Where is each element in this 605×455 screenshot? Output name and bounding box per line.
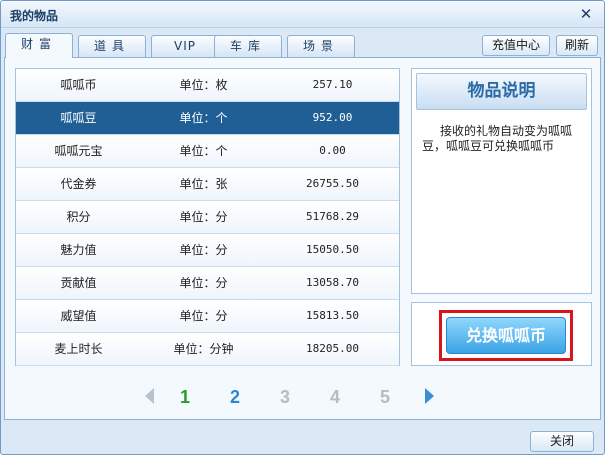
refresh-button[interactable]: 刷新 — [556, 35, 598, 56]
exchange-box: 兑换呱呱币 — [411, 302, 592, 366]
item-value: 51768.29 — [306, 210, 359, 223]
close-button[interactable]: 关闭 — [530, 431, 594, 452]
tab-props[interactable]: 道具 — [78, 35, 146, 57]
item-value: 13058.70 — [306, 276, 359, 289]
page-number-5[interactable]: 5 — [375, 385, 395, 409]
item-value: 26755.50 — [306, 177, 359, 190]
tab-wealth[interactable]: 财富 — [5, 33, 73, 58]
item-name: 魅力值 — [60, 243, 97, 257]
item-name: 呱呱豆 — [60, 111, 97, 125]
item-row[interactable]: 呱呱元宝 单位：个 0.00 — [16, 135, 399, 168]
item-row[interactable]: 积分 单位：分 51768.29 — [16, 201, 399, 234]
item-value: 257.10 — [312, 78, 353, 91]
footer: 关闭 — [1, 422, 604, 454]
item-description-text: 接收的礼物自动变为呱呱豆，呱呱豆可兑换呱呱币 — [422, 124, 573, 153]
exchange-coin-button[interactable]: 兑换呱呱币 — [446, 317, 566, 354]
item-row[interactable]: 呱呱币 单位：枚 257.10 — [16, 69, 399, 102]
item-row[interactable]: 贡献值 单位：分 13058.70 — [16, 267, 399, 300]
item-unit: 单位：分 — [179, 210, 228, 224]
page-number-4[interactable]: 4 — [325, 385, 345, 409]
item-value: 0.00 — [319, 144, 346, 157]
item-unit: 单位：个 — [179, 144, 228, 158]
item-unit: 单位：分钟 — [173, 342, 234, 356]
item-name: 贡献值 — [60, 276, 97, 290]
prev-page-arrow-icon[interactable] — [145, 388, 154, 404]
item-name: 呱呱币 — [60, 78, 97, 92]
pagination: 1 2 3 4 5 — [135, 385, 435, 409]
recharge-center-button[interactable]: 充值中心 — [482, 35, 550, 56]
title-bar[interactable]: 我的物品 ✕ — [1, 1, 604, 28]
item-row[interactable]: 代金券 单位：张 26755.50 — [16, 168, 399, 201]
item-row[interactable]: 威望值 单位：分 15813.50 — [16, 300, 399, 333]
item-row[interactable]: 呱呱豆 单位：个 952.00 — [16, 102, 399, 135]
page-number-2[interactable]: 2 — [225, 385, 245, 409]
item-description-box: 物品说明 接收的礼物自动变为呱呱豆，呱呱豆可兑换呱呱币 — [411, 68, 592, 294]
item-value: 15050.50 — [306, 243, 359, 256]
items-table: 呱呱币 单位：枚 257.10 呱呱豆 单位：个 952.00 呱呱元宝 单位：个 0.00 代金… — [15, 68, 400, 366]
page-number-1[interactable]: 1 — [175, 385, 195, 409]
item-unit: 单位：分 — [179, 243, 228, 257]
item-name: 呱呱元宝 — [54, 144, 103, 158]
item-unit: 单位：分 — [179, 309, 228, 323]
wealth-panel: 呱呱币 单位：枚 257.10 呱呱豆 单位：个 952.00 呱呱元宝 单位：个 0.00 代金… — [4, 57, 601, 420]
tab-scene[interactable]: 场景 — [287, 35, 355, 57]
item-unit: 单位：张 — [179, 177, 228, 191]
window-title: 我的物品 — [10, 9, 59, 23]
item-value: 18205.00 — [306, 342, 359, 355]
item-row[interactable]: 麦上时长 单位：分钟 18205.00 — [16, 333, 399, 366]
item-value: 952.00 — [312, 111, 353, 124]
item-name: 代金券 — [60, 177, 97, 191]
item-row[interactable]: 魅力值 单位：分 15050.50 — [16, 234, 399, 267]
tab-bar: 财富 道具 VIP 车库 场景 充值中心 刷新 — [1, 31, 604, 58]
tab-garage[interactable]: 车库 — [214, 35, 282, 57]
page-number-3[interactable]: 3 — [275, 385, 295, 409]
item-unit: 单位：个 — [179, 111, 228, 125]
exchange-highlight-frame: 兑换呱呱币 — [439, 310, 573, 361]
my-items-window: 我的物品 ✕ 财富 道具 VIP 车库 场景 充值中心 刷新 呱呱币 单位：枚 25… — [0, 0, 605, 455]
item-description-header: 物品说明 — [416, 73, 587, 110]
item-value: 15813.50 — [306, 309, 359, 322]
item-name: 麦上时长 — [54, 342, 103, 356]
item-name: 积分 — [66, 210, 91, 224]
next-page-arrow-icon[interactable] — [425, 388, 434, 404]
close-icon[interactable]: ✕ — [578, 5, 594, 23]
item-unit: 单位：枚 — [179, 78, 228, 92]
item-unit: 单位：分 — [179, 276, 228, 290]
tab-vip[interactable]: VIP — [151, 35, 219, 57]
item-name: 威望值 — [60, 309, 97, 323]
